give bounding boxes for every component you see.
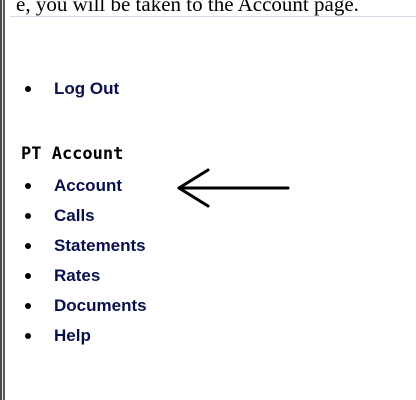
left-border-rule <box>0 0 10 400</box>
bullet-icon <box>25 183 31 189</box>
top-caption-text: e, you will be taken to the Account page… <box>16 0 359 16</box>
calls-link[interactable]: Calls <box>54 204 95 228</box>
bullet-icon <box>25 243 31 249</box>
bullet-icon <box>25 333 31 339</box>
bullet-icon <box>25 213 31 219</box>
bullet-icon <box>25 86 31 92</box>
left-arrow-icon <box>177 168 290 208</box>
pt-account-heading: PT Account <box>21 144 124 164</box>
bullet-icon <box>25 303 31 309</box>
documents-link[interactable]: Documents <box>54 294 147 318</box>
statements-link[interactable]: Statements <box>54 234 146 258</box>
help-link[interactable]: Help <box>54 324 91 348</box>
account-link[interactable]: Account <box>54 174 122 198</box>
bullet-icon <box>25 273 31 279</box>
top-separator <box>10 16 416 17</box>
screenshot-panel: e, you will be taken to the Account page… <box>0 0 416 400</box>
log-out-link[interactable]: Log Out <box>54 77 119 101</box>
rates-link[interactable]: Rates <box>54 264 100 288</box>
